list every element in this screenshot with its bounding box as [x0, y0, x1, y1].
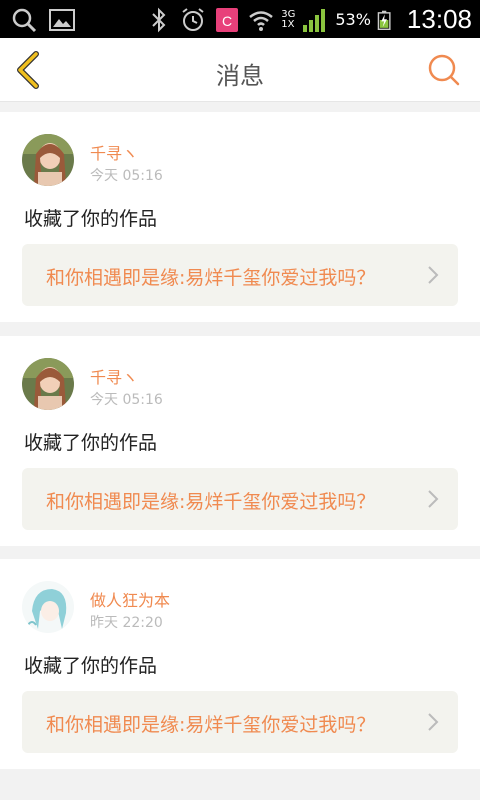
page-title: 消息	[216, 62, 264, 90]
status-bar: C 3G 1X 53% 13:08	[0, 0, 480, 38]
battery-percent: 53%	[335, 10, 371, 29]
username[interactable]: 千寻ヽ	[90, 364, 138, 388]
image-icon	[49, 9, 75, 31]
timestamp: 今天 05:16	[90, 168, 163, 184]
avatar[interactable]	[22, 581, 74, 633]
timestamp: 今天 05:16	[90, 392, 163, 408]
bluetooth-icon	[152, 7, 166, 32]
work-link[interactable]: 和你相遇即是缘:易烊千玺你爱过我吗？	[22, 244, 458, 306]
chevron-right-icon	[428, 713, 439, 731]
action-text: 收藏了你的作品	[24, 208, 158, 230]
avatar[interactable]	[22, 358, 74, 410]
work-title: 和你相遇即是缘:易烊千玺你爱过我吗？	[46, 491, 376, 513]
app-header: 消息	[0, 38, 480, 102]
work-link[interactable]: 和你相遇即是缘:易烊千玺你爱过我吗？	[22, 691, 458, 753]
username[interactable]: 千寻ヽ	[90, 140, 138, 164]
signal-icon	[303, 8, 326, 32]
action-text: 收藏了你的作品	[24, 432, 158, 454]
search-icon[interactable]	[426, 52, 462, 88]
action-text: 收藏了你的作品	[24, 655, 158, 677]
message-card: 千寻ヽ 今天 05:16 收藏了你的作品 和你相遇即是缘:易烊千玺你爱过我吗？	[0, 336, 480, 546]
battery-charging-icon	[377, 10, 391, 30]
work-link[interactable]: 和你相遇即是缘:易烊千玺你爱过我吗？	[22, 468, 458, 530]
chevron-right-icon	[428, 490, 439, 508]
alarm-icon	[182, 7, 204, 31]
message-card: 做人狂为本 昨天 22:20 收藏了你的作品 和你相遇即是缘:易烊千玺你爱过我吗…	[0, 559, 480, 769]
clock: 13:08	[406, 4, 472, 34]
network-type: 3G 1X	[281, 8, 296, 30]
username[interactable]: 做人狂为本	[90, 587, 170, 611]
message-card: 千寻ヽ 今天 05:16 收藏了你的作品 和你相遇即是缘:易烊千玺你爱过我吗？	[0, 112, 480, 322]
work-title: 和你相遇即是缘:易烊千玺你爱过我吗？	[46, 714, 376, 736]
search-icon	[12, 8, 37, 33]
wifi-icon	[249, 10, 274, 31]
chevron-right-icon	[428, 266, 439, 284]
work-title: 和你相遇即是缘:易烊千玺你爱过我吗？	[46, 267, 376, 289]
timestamp: 昨天 22:20	[90, 615, 163, 631]
svg-text:C: C	[222, 13, 232, 29]
avatar[interactable]	[22, 134, 74, 186]
app-c-icon: C	[216, 7, 239, 32]
